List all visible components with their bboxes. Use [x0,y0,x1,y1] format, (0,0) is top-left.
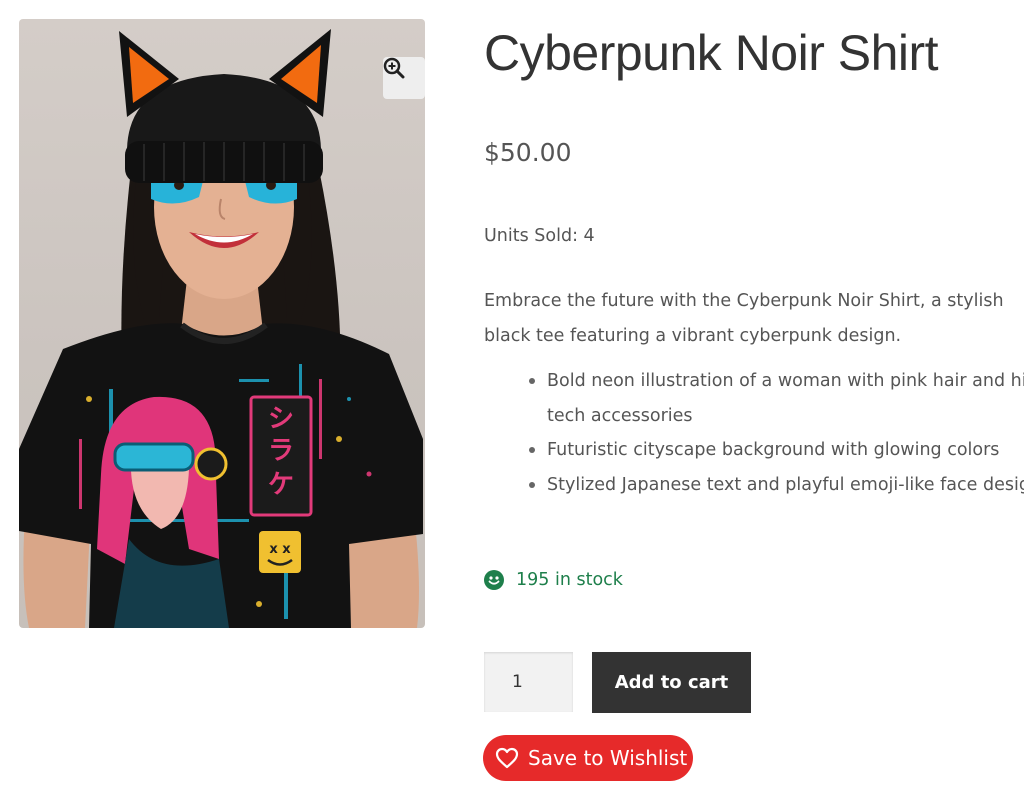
wishlist-label: Save to Wishlist [528,746,688,770]
product-title: Cyberpunk Noir Shirt [484,25,939,81]
shirt-print-text-2: ラ [268,436,294,466]
feature-list: Bold neon illustration of a woman with p… [507,364,1024,502]
shirt-print-text-3: ケ [268,470,294,500]
shirt-print-text-1: シ [268,404,294,434]
stock-status: 195 in stock [484,570,623,590]
product-price: $50.00 [484,138,572,167]
svg-text:x x: x x [269,542,291,557]
zoom-button[interactable] [383,57,425,99]
stock-text: 195 in stock [516,570,623,590]
product-photo: シ ラ ケ x x [19,29,423,628]
description-text: Embrace the future with the Cyberpunk No… [484,291,1004,346]
feature-item: Futuristic cityscape background with glo… [529,433,1024,468]
quantity-input[interactable] [484,652,573,712]
product-image[interactable]: シ ラ ケ x x [19,19,425,628]
add-to-cart-button[interactable]: Add to cart [592,652,751,713]
feature-item: Stylized Japanese text and playful emoji… [529,468,1024,503]
zoom-in-icon [383,57,405,79]
feature-item: Bold neon illustration of a woman with p… [529,364,1024,433]
save-to-wishlist-button[interactable]: Save to Wishlist [483,735,693,781]
smiley-icon [484,570,504,590]
units-sold: Units Sold: 4 [484,226,595,246]
heart-icon [495,747,519,769]
product-description: Embrace the future with the Cyberpunk No… [484,284,1014,354]
